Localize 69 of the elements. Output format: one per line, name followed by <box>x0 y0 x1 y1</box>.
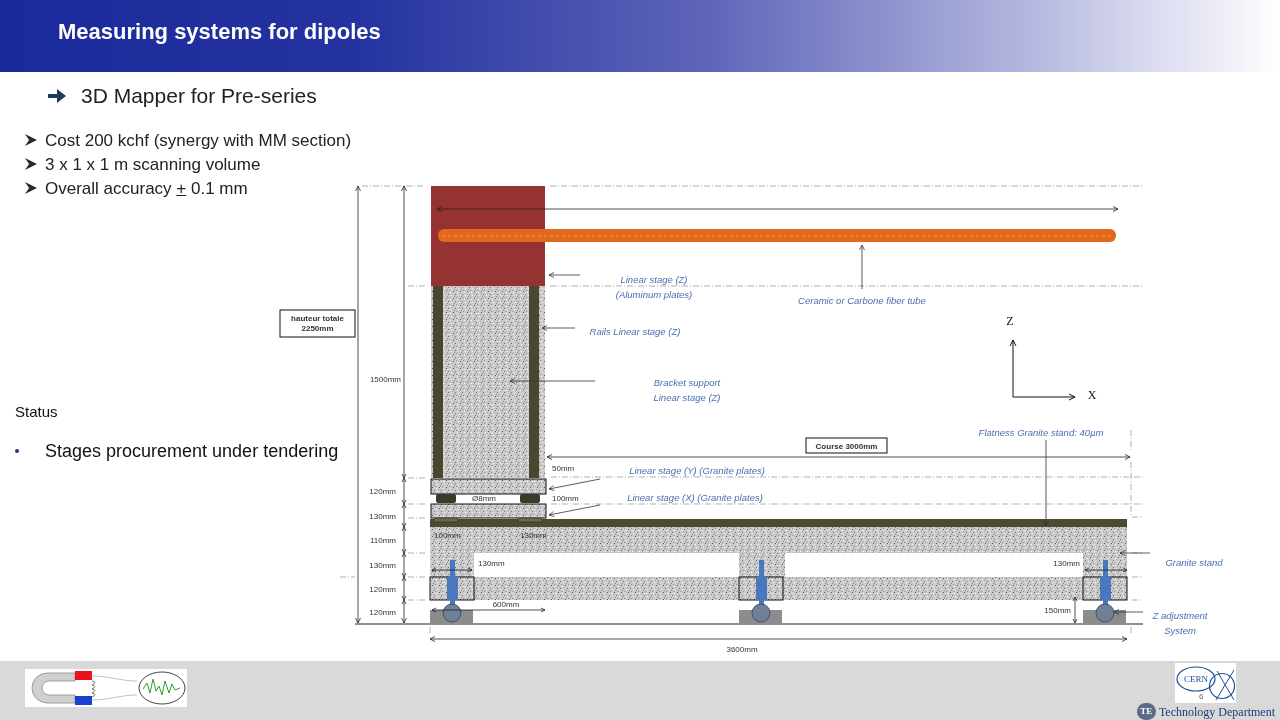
bearing-pad <box>520 494 540 503</box>
dimension-label: 130mm <box>369 512 396 521</box>
dimension-line <box>1084 567 1128 573</box>
dimension-label: 600mm <box>492 600 520 609</box>
leader-arrow <box>859 244 865 290</box>
dimension-label: 150mm <box>1044 606 1071 615</box>
leader-arrow <box>548 478 601 491</box>
bullet-text: Cost 200 kchf (synergy with MM section) <box>45 129 352 151</box>
adjustment-screw <box>756 560 767 606</box>
travel-label: Course 3000mm <box>805 437 888 454</box>
department-name: Technology Department <box>1158 703 1275 720</box>
bearing-pad <box>433 517 459 523</box>
bullet-text: Overall accuracy + 0.1 mm <box>45 177 248 199</box>
department-badge: TE <box>1136 703 1156 720</box>
ball-joint <box>442 603 462 623</box>
emblem-drawing <box>1175 663 1236 703</box>
arrowhead-bullet-icon <box>25 158 37 170</box>
page-number: 6 <box>1199 692 1204 702</box>
dimension-label: 130mm <box>520 531 547 540</box>
leader-arrow <box>548 504 601 517</box>
ball-joint <box>1095 603 1115 623</box>
leader-arrow <box>1113 609 1144 615</box>
total-height-label: hauteur totale 2250mm <box>279 309 356 338</box>
dimension-line <box>431 567 473 573</box>
dimension-label: 130mm <box>1053 559 1080 568</box>
support-block <box>738 576 784 601</box>
callout-label: Flatness Granite stand: 40µm <box>978 426 1104 438</box>
ball-joint <box>751 603 771 623</box>
leader-arrow <box>541 325 576 331</box>
dimension-label: Ø8mm <box>472 494 496 503</box>
dimension-label: 50mm <box>552 464 575 473</box>
callout-label: Linear stage (Y) (Granite plates) <box>629 464 765 476</box>
dimension-line <box>1072 596 1078 624</box>
support-block <box>1082 576 1128 601</box>
callout-label: Linear stage (X) (Granite plates) <box>627 491 763 503</box>
callout-label: Ceramic or Carbone fiber tube <box>798 294 926 306</box>
adjustment-screw <box>1100 560 1111 606</box>
callout-label: Bracket support Linear stage (Z) <box>653 376 721 403</box>
callout-label: Linear stage (Z) (Aluminum plates) <box>615 273 693 300</box>
dimension-label: 120mm <box>369 608 396 617</box>
arrowhead-bullet-icon <box>25 134 37 146</box>
bearing-pad <box>436 494 456 503</box>
subtitle: 3D Mapper for Pre-series <box>81 83 317 109</box>
adjustment-screw <box>447 560 458 606</box>
leader-arrow <box>1119 550 1151 556</box>
bullet-text: 3 x 1 x 1 m scanning volume <box>45 153 261 175</box>
dimension-label: 130mm <box>369 561 396 570</box>
callout-label: Granite stand <box>1165 556 1223 568</box>
support-block <box>429 576 475 601</box>
right-arrow-icon <box>48 89 66 103</box>
dimension-label: 100mm <box>434 531 461 540</box>
dimension-label: 1500mm <box>369 375 401 384</box>
slide-title: Measuring systems for dipoles <box>58 18 381 46</box>
callout-label: Rails Linear stage (Z) <box>589 325 681 337</box>
arrowhead-bullet-icon <box>25 182 37 194</box>
section-heading: Status <box>15 402 58 422</box>
leader-arrow <box>548 272 581 278</box>
list-item-text: Stages procurement under tendering <box>45 440 339 462</box>
dimension-label: 120mm <box>369 585 396 594</box>
dimension-label: 3600mm <box>726 645 758 654</box>
axis-label: X <box>1087 388 1097 402</box>
axis-label: Z <box>1006 314 1014 328</box>
bearing-pad <box>517 517 543 523</box>
dimension-label: 110mm <box>369 536 396 545</box>
callout-label: Z adjustment System <box>1152 609 1208 636</box>
logo-text: CERN <box>1184 673 1208 685</box>
dimension-label: 100mm <box>552 494 579 503</box>
dimension-label: 120mm <box>369 487 396 496</box>
dimension-label: 130mm <box>478 559 505 568</box>
